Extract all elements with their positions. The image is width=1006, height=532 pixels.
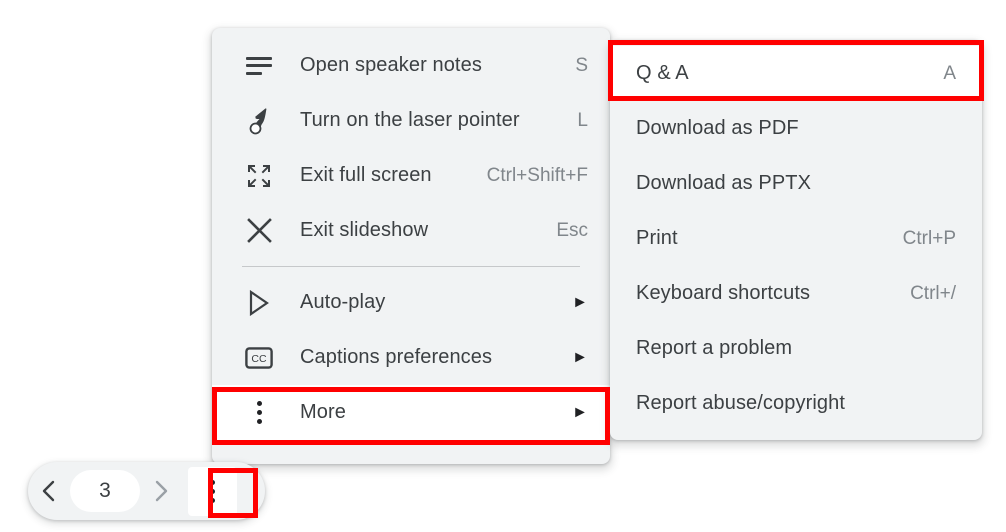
submenu-item-label: Report abuse/copyright — [636, 392, 845, 414]
submenu-item-report-abuse-copyright[interactable]: Report abuse/copyright — [610, 376, 982, 431]
submenu-item-shortcut: Ctrl+P — [902, 227, 956, 249]
submenu-item-keyboard-shortcuts[interactable]: Keyboard shortcuts Ctrl+/ — [610, 266, 982, 321]
submenu-item-label: Print — [636, 227, 678, 249]
submenu-item-shortcut: Ctrl+/ — [910, 282, 956, 304]
menu-item-shortcut: L — [577, 109, 588, 131]
close-x-icon — [242, 214, 276, 248]
next-slide-button[interactable] — [140, 462, 182, 520]
three-dots-icon — [242, 396, 276, 430]
submenu-item-report-a-problem[interactable]: Report a problem — [610, 321, 982, 376]
menu-divider — [242, 266, 580, 267]
menu-item-shortcut: S — [575, 54, 588, 76]
slide-number-value: 3 — [99, 479, 111, 502]
svg-text:CC: CC — [251, 353, 267, 365]
previous-slide-button[interactable] — [28, 462, 70, 520]
menu-item-open-speaker-notes[interactable]: Open speaker notes S — [212, 38, 610, 93]
menu-item-label: Turn on the laser pointer — [300, 109, 520, 131]
menu-item-more[interactable]: More ► — [212, 385, 610, 440]
submenu-item-download-as-pptx[interactable]: Download as PPTX — [610, 156, 982, 211]
laser-pointer-icon — [242, 104, 276, 138]
slideshow-presentation-screen: Open speaker notes S Turn on the laser p… — [0, 0, 1006, 532]
slide-number-indicator[interactable]: 3 — [70, 470, 140, 512]
menu-item-label: Exit slideshow — [300, 219, 429, 241]
menu-item-label: Auto-play — [300, 291, 386, 313]
menu-item-shortcut: Ctrl+Shift+F — [486, 164, 588, 186]
closed-captions-icon: CC — [242, 341, 276, 375]
submenu-item-label: Download as PPTX — [636, 172, 812, 194]
chevron-right-icon — [151, 480, 171, 502]
exit-fullscreen-icon — [242, 159, 276, 193]
speaker-notes-icon — [242, 49, 276, 83]
submenu-item-print[interactable]: Print Ctrl+P — [610, 211, 982, 266]
slideshow-more-options-button[interactable] — [188, 466, 237, 516]
submenu-arrow-icon: ► — [572, 403, 588, 421]
menu-item-turn-on-laser-pointer[interactable]: Turn on the laser pointer L — [212, 93, 610, 148]
menu-item-label: Captions preferences — [300, 346, 493, 368]
submenu-arrow-icon: ► — [572, 348, 588, 366]
play-triangle-icon — [242, 286, 276, 320]
submenu-item-label: Q & A — [636, 62, 689, 84]
submenu-item-label: Report a problem — [636, 337, 793, 359]
menu-item-captions-preferences[interactable]: CC Captions preferences ► — [212, 330, 610, 385]
slideshow-navigation-bar: 3 — [28, 462, 265, 520]
submenu-arrow-icon: ► — [572, 293, 588, 311]
menu-item-shortcut: Esc — [556, 219, 588, 241]
menu-item-label: More — [300, 401, 346, 423]
more-submenu: Q & A A Download as PDF Download as PPTX… — [610, 40, 982, 440]
menu-item-label: Open speaker notes — [300, 54, 482, 76]
menu-item-exit-slideshow[interactable]: Exit slideshow Esc — [212, 203, 610, 258]
submenu-item-label: Download as PDF — [636, 117, 799, 139]
menu-item-label: Exit full screen — [300, 164, 432, 186]
menu-item-exit-full-screen[interactable]: Exit full screen Ctrl+Shift+F — [212, 148, 610, 203]
submenu-item-label: Keyboard shortcuts — [636, 282, 811, 304]
slideshow-options-menu: Open speaker notes S Turn on the laser p… — [212, 28, 610, 464]
submenu-item-download-as-pdf[interactable]: Download as PDF — [610, 101, 982, 156]
three-dots-icon — [210, 479, 215, 503]
submenu-item-q-and-a[interactable]: Q & A A — [610, 46, 982, 101]
menu-item-auto-play[interactable]: Auto-play ► — [212, 275, 610, 330]
submenu-item-shortcut: A — [943, 62, 956, 84]
chevron-left-icon — [39, 480, 59, 502]
